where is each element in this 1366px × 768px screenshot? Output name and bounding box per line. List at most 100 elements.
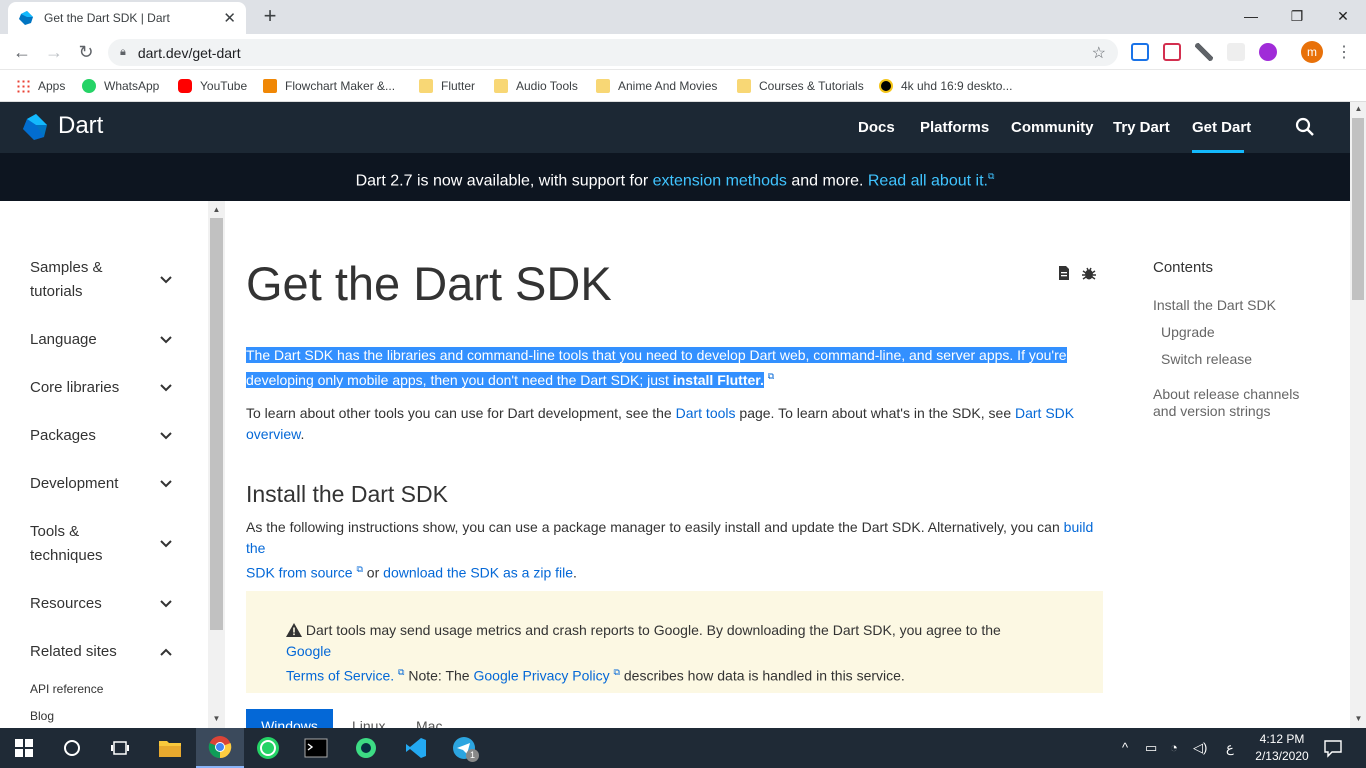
read-all-link[interactable]: Read all about it. [868,172,988,189]
sidebar-item-tools[interactable]: Tools & techniques [30,520,120,568]
chevron-down-icon[interactable] [158,596,174,612]
page-scrollbar-thumb[interactable] [1352,118,1364,300]
page-scroll-down-icon[interactable]: ▼ [1350,714,1366,723]
bookmark-flutter[interactable]: Flutter [419,76,475,96]
bookmark-apps[interactable]: Apps [16,76,65,96]
tab-close-icon[interactable]: ✕ [223,9,236,27]
search-button[interactable] [48,728,96,768]
sidebar-item-core-libraries[interactable]: Core libraries [30,376,150,400]
nav-docs[interactable]: Docs [858,119,895,136]
toc-item-upgrade[interactable]: Upgrade [1161,324,1215,340]
back-arrow-icon[interactable]: ← [10,40,34,64]
chevron-down-icon[interactable] [158,332,174,348]
dart-logo-icon[interactable] [22,113,48,141]
chevron-up-icon[interactable] [158,644,174,660]
chevron-down-icon[interactable] [158,428,174,444]
bookmark-flowchart[interactable]: Flowchart Maker &... [263,76,395,96]
nav-platforms[interactable]: Platforms [920,119,989,136]
close-window-button[interactable]: ✕ [1320,0,1366,32]
bookmark-courses[interactable]: Courses & Tutorials [737,76,864,96]
sidebar-item-packages[interactable]: Packages [30,424,150,448]
extension-eyedropper-icon[interactable] [1195,43,1213,61]
extension-blank-icon[interactable] [1227,43,1245,61]
toc-item-install[interactable]: Install the Dart SDK [1153,297,1276,313]
sidebar-item-development[interactable]: Development [30,472,150,496]
page-scroll-up-icon[interactable]: ▲ [1350,104,1366,113]
wifi-icon[interactable]: ◔ [1170,740,1178,755]
reload-icon[interactable]: ↻ [74,40,98,64]
sidebar-item-language[interactable]: Language [30,328,150,352]
toc-item-release-channels[interactable]: About release channels and version strin… [1153,386,1313,420]
chevron-down-icon[interactable] [158,476,174,492]
tab-linux[interactable]: Linux [352,718,385,728]
android-studio-taskbar-button[interactable] [342,728,390,768]
bookmark-whatsapp[interactable]: WhatsApp [82,76,159,96]
build-from-source-link-cont[interactable]: SDK from source [246,565,353,581]
clock[interactable]: 4:12 PM 2/13/2020 [1250,731,1314,765]
extension-translate-icon[interactable] [1131,43,1149,61]
sidebar-item-resources[interactable]: Resources [30,592,150,616]
bookmark-anime-movies[interactable]: Anime And Movies [596,76,717,96]
task-view-button[interactable] [96,728,144,768]
tab-mac[interactable]: Mac [416,718,442,728]
bookmark-audio-tools[interactable]: Audio Tools [494,76,578,96]
whatsapp-taskbar-button[interactable] [244,728,292,768]
chevron-down-icon[interactable] [158,380,174,396]
new-tab-button[interactable]: + [258,4,282,28]
restore-button[interactable]: ❐ [1274,0,1320,32]
volume-icon[interactable]: ◁) [1193,740,1207,756]
chevron-down-icon[interactable] [158,536,174,552]
bookmark-wallpaper[interactable]: 4k uhd 16:9 deskto... [879,76,1012,96]
start-button[interactable] [0,728,48,768]
browser-tab[interactable]: Get the Dart SDK | Dart ✕ [8,2,246,34]
language-indicator[interactable]: ع [1226,740,1234,756]
url-text[interactable]: dart.dev/get-dart [138,45,1092,61]
forward-arrow-icon[interactable]: → [42,40,66,64]
address-bar[interactable]: 🔒︎ dart.dev/get-dart ☆ [108,39,1118,66]
profile-avatar[interactable]: m [1301,41,1323,63]
bookmark-star-icon[interactable]: ☆ [1092,43,1106,63]
dart-sdk-overview-link[interactable]: Dart SDK [1015,405,1074,421]
install-flutter-link[interactable]: install Flutter. [672,371,764,388]
extension-methods-link[interactable]: extension methods [653,172,787,189]
minimize-button[interactable]: — [1228,0,1274,32]
logo-text[interactable]: Dart [58,112,103,140]
search-icon[interactable] [1295,117,1315,137]
toc-item-switch-release[interactable]: Switch release [1161,351,1252,367]
battery-icon[interactable]: ▭ [1145,740,1157,756]
bookmark-youtube[interactable]: YouTube [178,76,247,96]
tab-windows[interactable]: Windows [246,709,333,728]
chevron-down-icon[interactable] [158,272,174,288]
nav-try-dart[interactable]: Try Dart [1113,119,1170,136]
nav-get-dart[interactable]: Get Dart [1192,119,1251,136]
vscode-taskbar-button[interactable] [392,728,440,768]
file-explorer-button[interactable] [146,728,194,768]
dart-tools-link[interactable]: Dart tools [676,405,736,421]
sidebar-scroll-up-icon[interactable]: ▲ [208,205,225,214]
telegram-taskbar-button[interactable]: 1 [440,728,488,768]
sidebar-scroll-down-icon[interactable]: ▼ [208,714,225,723]
page-title: Get the Dart SDK [246,257,612,310]
terminal-taskbar-button[interactable] [292,728,340,768]
extension-pocket-icon[interactable] [1163,43,1181,61]
nav-community[interactable]: Community [1011,119,1094,136]
download-zip-link[interactable]: download the SDK as a zip file [383,565,573,581]
dart-sdk-overview-link-cont[interactable]: overview [246,426,300,442]
intro-paragraph: The Dart SDK has the libraries and comma… [246,347,1067,388]
notifications-icon[interactable] [1323,738,1343,758]
google-terms-link[interactable]: Google [286,643,331,659]
chrome-taskbar-button[interactable] [196,728,244,768]
sidebar-link-blog[interactable]: Blog [30,709,54,723]
extension-purple-icon[interactable] [1259,43,1277,61]
chrome-menu-icon[interactable]: ⋮ [1336,42,1352,62]
google-terms-link-cont[interactable]: Terms of Service. [286,668,394,684]
sidebar-item-samples[interactable]: Samples & tutorials [30,256,150,304]
whatsapp-icon [82,79,96,93]
sidebar-link-api-reference[interactable]: API reference [30,682,103,696]
google-privacy-link[interactable]: Google Privacy Policy [473,668,609,684]
tray-overflow-icon[interactable]: ^ [1122,740,1128,755]
sidebar-item-related-sites[interactable]: Related sites [30,640,150,664]
bug-report-icon[interactable] [1081,265,1097,281]
sidebar-scrollbar-thumb[interactable] [210,218,223,630]
page-source-icon[interactable] [1057,265,1071,281]
